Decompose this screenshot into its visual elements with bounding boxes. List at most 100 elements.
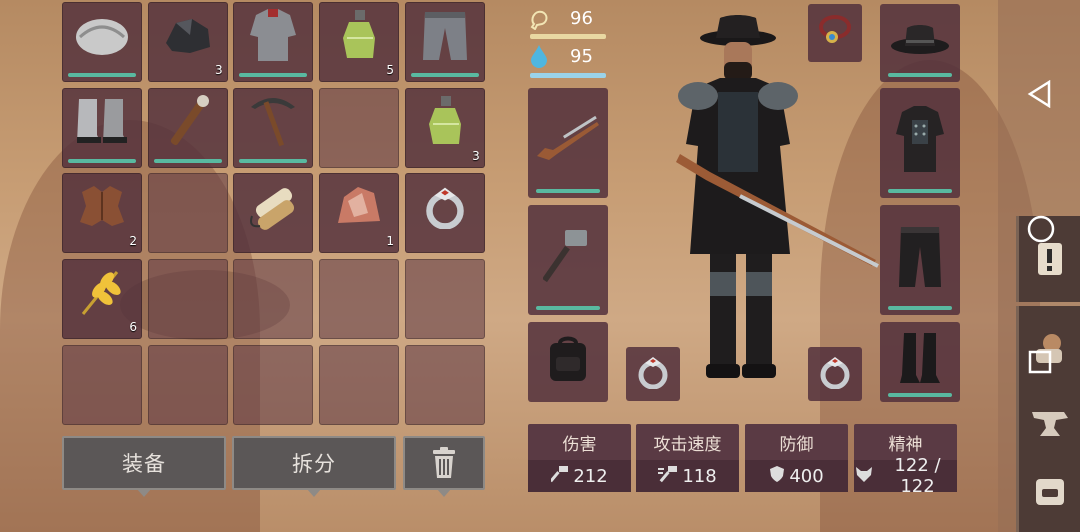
stat-label: 防御 xyxy=(779,435,814,455)
stat-label: 伤害 xyxy=(562,435,597,455)
armored-coat-icon xyxy=(896,105,944,172)
stat-value: 212 xyxy=(573,465,608,487)
stat-value-row: 118 xyxy=(636,460,739,492)
fur-jacket-icon xyxy=(248,7,298,67)
raw-meat-stone-icon xyxy=(334,183,384,235)
water-stat: 95 xyxy=(528,44,593,68)
backpack-tab-icon xyxy=(1035,479,1064,505)
inventory-slot[interactable]: 1 xyxy=(319,173,400,254)
body-slot[interactable] xyxy=(880,88,960,198)
inventory-slot-empty[interactable] xyxy=(147,344,228,425)
drumstick-icon xyxy=(530,10,548,30)
inventory-slot-empty[interactable] xyxy=(404,259,485,340)
anvil-icon xyxy=(1031,412,1068,436)
stat-value: 122 / 122 xyxy=(894,455,941,497)
animal-hide-icon xyxy=(76,182,128,236)
fur-hat-icon xyxy=(74,13,130,61)
stat-value-row: 400 xyxy=(745,460,848,492)
stat-label: 精神 xyxy=(888,435,923,455)
legs-slot[interactable] xyxy=(880,205,960,315)
potion-bottle-icon xyxy=(425,94,465,152)
inventory-slot[interactable] xyxy=(62,2,142,82)
inventory-slot[interactable]: 5 xyxy=(319,2,400,82)
inventory-slot-empty[interactable] xyxy=(62,344,142,425)
feet-slot[interactable] xyxy=(880,322,960,402)
durability-bar xyxy=(410,73,479,77)
stat-value-row: 212 xyxy=(528,460,631,492)
wheat-icon xyxy=(77,266,127,322)
food-value: 96 xyxy=(570,7,593,29)
inventory-slot[interactable] xyxy=(233,87,314,168)
inventory-slot[interactable] xyxy=(147,87,228,168)
nav-recents-icon[interactable] xyxy=(1028,350,1052,374)
inventory-slot[interactable] xyxy=(404,2,485,82)
stat-label: 攻击速度 xyxy=(653,435,722,455)
inventory-slot[interactable]: 6 xyxy=(62,259,142,340)
inventory-slot-empty[interactable] xyxy=(147,259,228,340)
inventory-slot-empty[interactable] xyxy=(233,344,314,425)
inventory-slot[interactable] xyxy=(233,173,314,254)
potion-bottle-icon xyxy=(339,8,379,66)
equip-button[interactable]: 装备 xyxy=(62,436,226,490)
wooden-club-icon xyxy=(163,93,213,153)
inventory-slot-empty[interactable] xyxy=(147,173,228,254)
durability-bar xyxy=(239,158,308,163)
trash-icon xyxy=(433,447,455,478)
stat-card: 攻击速度 118 xyxy=(636,424,739,492)
stat-card: 防御 400 xyxy=(745,424,848,492)
stat-value-row: 122 / 122 xyxy=(854,455,957,497)
stat-value: 400 xyxy=(789,465,824,487)
head-slot[interactable] xyxy=(880,4,960,82)
sledgehammer-icon xyxy=(543,229,587,282)
stat-value: 118 xyxy=(682,465,717,487)
stat-card: 伤害 212 xyxy=(528,424,631,492)
shield-icon xyxy=(769,465,785,488)
fur-pants-icon xyxy=(421,8,469,66)
nav-home-icon[interactable] xyxy=(1027,215,1055,243)
inventory-slot[interactable]: 3 xyxy=(147,2,228,82)
quest-scroll-icon xyxy=(1037,243,1062,275)
inventory-slot[interactable] xyxy=(62,87,142,168)
disassemble-button[interactable]: 拆分 xyxy=(232,436,396,490)
item-count: 2 xyxy=(129,234,137,249)
fast-hammer-icon xyxy=(658,465,678,488)
inventory-slot[interactable]: 3 xyxy=(404,87,485,168)
inventory-slot[interactable] xyxy=(404,173,485,254)
rope-bundle-icon xyxy=(246,182,300,236)
fur-boots-icon xyxy=(75,95,129,151)
durability-bar xyxy=(239,73,308,77)
weapon-slot[interactable] xyxy=(528,88,608,198)
inventory-slot-empty[interactable] xyxy=(319,87,400,168)
boots-icon xyxy=(900,332,940,383)
rifle-icon xyxy=(537,115,599,160)
water-drop-icon xyxy=(531,45,547,68)
item-count: 3 xyxy=(215,63,223,77)
wolf-icon xyxy=(854,465,874,488)
item-count: 1 xyxy=(386,234,395,249)
item-count: 6 xyxy=(129,320,137,335)
item-count: 5 xyxy=(386,63,395,77)
ring-icon xyxy=(425,185,465,233)
durability-bar xyxy=(68,73,136,77)
stat-card: 精神 122 / 122 xyxy=(854,424,957,497)
coal-icon xyxy=(162,13,214,61)
hammer-icon xyxy=(549,465,569,488)
inventory-slot[interactable] xyxy=(233,2,314,82)
backpack-icon xyxy=(550,336,586,381)
cowboy-hat-icon xyxy=(891,24,949,54)
inventory-slot-empty[interactable] xyxy=(319,259,400,340)
inventory-slot-empty[interactable] xyxy=(319,344,400,425)
durability-bar xyxy=(153,158,222,163)
inventory-slot-empty[interactable] xyxy=(233,259,314,340)
inventory-slot-empty[interactable] xyxy=(404,344,485,425)
backpack-slot[interactable] xyxy=(528,322,608,402)
durability-bar xyxy=(68,158,136,163)
tool-slot[interactable] xyxy=(528,205,608,315)
side-tab-backpack[interactable] xyxy=(1016,446,1080,532)
inventory-slot[interactable]: 2 xyxy=(62,173,142,254)
trash-button[interactable] xyxy=(403,436,485,490)
item-count: 3 xyxy=(472,148,480,163)
water-bar xyxy=(530,73,606,78)
pickaxe-icon xyxy=(247,93,299,153)
nav-back-icon[interactable] xyxy=(1027,80,1053,108)
